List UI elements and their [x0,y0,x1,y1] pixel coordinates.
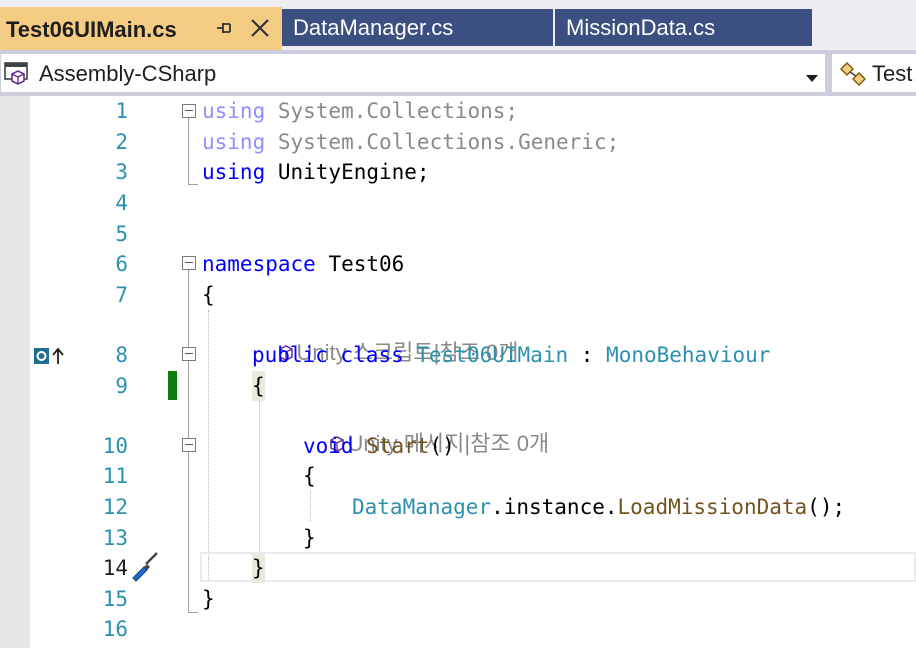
line-number: 10 [102,434,128,458]
navigation-bar: Assembly-CSharp Test [0,50,916,96]
type-label: Test [872,61,913,86]
tab-label: Test06UIMain.cs [6,17,177,42]
keyword: using [202,160,266,184]
code-line-1: using System.Collections; [202,96,518,126]
line-number-current: 14 [102,556,128,580]
line-number: 15 [102,587,128,611]
tab-datamanager[interactable]: DataManager.cs [282,9,553,46]
tab-label: MissionData.cs [566,15,716,40]
screwdriver-icon[interactable] [128,551,160,583]
class-icon [838,59,868,89]
code-text: UnityEngine; [265,160,430,184]
code-text: System.Collections; [265,99,519,123]
keyword: public [252,343,328,367]
code-line-11: { [303,464,316,488]
indent-guide [208,310,209,582]
code-editor[interactable]: 1 2 3 4 5 6 7 8 9 10 11 12 13 14 15 16 u… [0,96,916,648]
code-line-13: } [303,526,316,550]
codelens-method[interactable]: Unity 메시지|참조 0개 [303,399,549,456]
csharp-project-icon [3,60,33,88]
code-text: System.Collections.Generic; [265,130,620,154]
tab-missiondata[interactable]: MissionData.cs [555,9,812,46]
close-icon[interactable] [248,7,272,50]
line-number: 6 [115,252,128,276]
code-line-6: namespace Test06 [202,249,404,279]
line-number: 2 [115,130,128,154]
line-number: 5 [115,222,128,246]
tab-label: DataManager.cs [293,15,454,40]
line-number: 7 [115,283,128,307]
method-name: LoadMissionData [617,495,808,519]
document-tab-strip: Test06UIMain.cs DataManager.cs MissionDa… [0,0,916,50]
glyph-margin [0,96,30,648]
code-text: .instance. [491,495,618,519]
type-name: MonoBehaviour [606,343,771,367]
outline-line [188,612,198,613]
code-line-14: } [252,553,265,583]
keyword: using [202,130,266,154]
code-text: : [568,343,607,367]
codelens-class[interactable]: Unity 스크립트|참조 0개 [252,308,518,365]
change-indicator [168,371,177,400]
code-line-12: DataManager.instance.LoadMissionData(); [352,492,845,522]
override-marker-icon[interactable] [33,346,67,366]
line-number: 3 [115,160,128,184]
keyword: class [340,343,404,367]
outline-line [188,184,198,185]
method-name: Start [366,434,430,458]
type-dropdown[interactable]: Test [831,53,916,93]
code-line-15: } [202,587,215,611]
type-name: DataManager [352,495,492,519]
keyword: void [303,434,354,458]
code-line-10: void Start() [303,431,455,461]
code-text: (); [807,495,846,519]
tab-test06uimain[interactable]: Test06UIMain.cs [0,7,282,50]
line-number: 16 [102,617,128,641]
line-number: 13 [102,526,128,550]
line-number: 4 [115,191,128,215]
line-number: 11 [102,464,128,488]
chevron-down-icon[interactable] [805,68,819,82]
indent-guide [259,401,260,551]
collapse-namespace-toggle[interactable] [182,256,196,270]
current-line-highlight [200,552,916,582]
line-number: 9 [115,374,128,398]
keyword: using [202,99,266,123]
type-name: Test06UIMain [416,343,569,367]
code-line-9: { [252,371,265,401]
collapse-method-toggle[interactable] [182,438,196,452]
outline-line [188,118,189,184]
line-number: 12 [102,495,128,519]
code-line-8: public class Test06UIMain : MonoBehaviou… [252,340,770,370]
project-dropdown[interactable]: Assembly-CSharp [0,53,826,93]
collapse-usings-toggle[interactable] [182,104,196,118]
keyword: namespace [202,252,316,276]
project-label: Assembly-CSharp [39,61,217,86]
line-number: 8 [115,343,128,367]
code-text: Test06 [315,252,405,276]
code-line-2: using System.Collections.Generic; [202,127,619,157]
code-text: () [429,434,455,458]
pin-icon[interactable] [214,7,234,50]
line-number: 1 [115,99,128,123]
code-line-7: { [202,283,215,307]
indent-guide [310,491,311,521]
code-line-3: using UnityEngine; [202,157,430,187]
collapse-class-toggle[interactable] [182,347,196,361]
